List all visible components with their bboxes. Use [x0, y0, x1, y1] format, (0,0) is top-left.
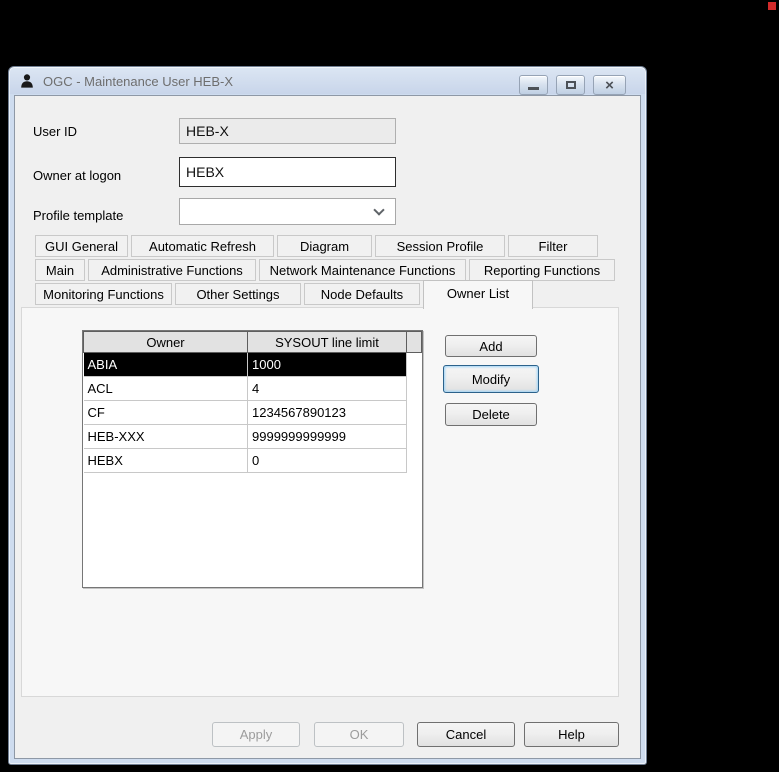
tab-owner-list[interactable]: Owner List	[423, 280, 533, 309]
tab-diagram[interactable]: Diagram	[277, 235, 372, 257]
tab-automatic-refresh[interactable]: Automatic Refresh	[131, 235, 274, 257]
user-id-field[interactable]	[179, 118, 396, 144]
tab-monitoring-functions[interactable]: Monitoring Functions	[35, 283, 172, 305]
window-title: OGC - Maintenance User HEB-X	[43, 74, 234, 89]
owner-cell: CF	[83, 400, 248, 425]
maximize-icon	[565, 81, 576, 89]
tab-filter[interactable]: Filter	[508, 235, 598, 257]
caption-buttons: ×	[519, 75, 626, 95]
owner-cell: HEBX	[83, 448, 248, 473]
ok-button[interactable]: OK	[314, 722, 404, 747]
owner-at-logon-field[interactable]	[179, 157, 396, 187]
limit-cell: 1000	[247, 352, 407, 377]
close-icon: ×	[605, 76, 614, 94]
filler-cell	[407, 377, 422, 401]
delete-button[interactable]: Delete	[445, 403, 537, 426]
tab-node-defaults[interactable]: Node Defaults	[304, 283, 420, 305]
add-button[interactable]: Add	[445, 335, 537, 357]
tab-other-settings[interactable]: Other Settings	[175, 283, 301, 305]
help-button[interactable]: Help	[524, 722, 619, 747]
apply-button[interactable]: Apply	[212, 722, 300, 747]
tab-reporting-functions[interactable]: Reporting Functions	[469, 259, 615, 281]
tab-session-profile[interactable]: Session Profile	[375, 235, 505, 257]
column-header-sysout-line-limit[interactable]: SYSOUT line limit	[247, 331, 407, 353]
tab-gui-general[interactable]: GUI General	[35, 235, 128, 257]
table-row[interactable]: HEB-XXX 9999999999999	[83, 424, 422, 449]
filler-cell	[407, 449, 422, 473]
tab-row-1: GUI General Automatic Refresh Diagram Se…	[35, 235, 598, 257]
chevron-down-icon	[373, 204, 385, 216]
limit-cell: 9999999999999	[247, 424, 407, 449]
tab-administrative-functions[interactable]: Administrative Functions	[88, 259, 256, 281]
red-marker-square	[768, 2, 776, 10]
limit-cell: 1234567890123	[247, 400, 407, 425]
table-header-row: Owner SYSOUT line limit	[83, 331, 422, 353]
screen-background: OGC - Maintenance User HEB-X × User ID O…	[0, 0, 779, 772]
profile-template-label: Profile template	[33, 208, 124, 223]
minimize-icon	[528, 86, 539, 90]
column-header-owner[interactable]: Owner	[83, 331, 248, 353]
modify-button[interactable]: Modify	[443, 365, 539, 393]
table-row[interactable]: ACL 4	[83, 376, 422, 401]
tab-main[interactable]: Main	[35, 259, 85, 281]
table-row[interactable]: HEBX 0	[83, 448, 422, 473]
tab-network-maintenance-functions[interactable]: Network Maintenance Functions	[259, 259, 466, 281]
filler-cell	[407, 401, 422, 425]
user-id-label: User ID	[33, 124, 78, 139]
minimize-button[interactable]	[519, 75, 548, 95]
cancel-button[interactable]: Cancel	[417, 722, 515, 747]
filler-cell	[407, 425, 422, 449]
owner-list-table[interactable]: Owner SYSOUT line limit ABIA 1000 ACL 4 …	[82, 330, 423, 588]
filler-cell	[407, 353, 422, 377]
limit-cell: 0	[247, 448, 407, 473]
owner-cell: ACL	[83, 376, 248, 401]
owner-list-panel: Owner SYSOUT line limit ABIA 1000 ACL 4 …	[21, 307, 619, 697]
tab-row-3: Monitoring Functions Other Settings Node…	[35, 280, 533, 309]
dialog-client-area: User ID Owner at logon Profile template …	[14, 95, 641, 759]
maintenance-user-dialog: OGC - Maintenance User HEB-X × User ID O…	[8, 66, 647, 765]
owner-cell: HEB-XXX	[83, 424, 248, 449]
table-row[interactable]: ABIA 1000	[83, 352, 422, 377]
limit-cell: 4	[247, 376, 407, 401]
tab-row-2: Main Administrative Functions Network Ma…	[35, 259, 615, 281]
owner-at-logon-label: Owner at logon	[33, 168, 122, 183]
owner-cell: ABIA	[83, 352, 248, 377]
column-header-filler	[406, 331, 422, 353]
maximize-button[interactable]	[556, 75, 585, 95]
settings-tabstrip: GUI General Automatic Refresh Diagram Se…	[35, 235, 635, 309]
user-silhouette-icon	[19, 73, 35, 89]
titlebar[interactable]: OGC - Maintenance User HEB-X ×	[9, 67, 646, 95]
close-button[interactable]: ×	[593, 75, 626, 95]
profile-template-dropdown[interactable]	[179, 198, 396, 225]
table-row[interactable]: CF 1234567890123	[83, 400, 422, 425]
